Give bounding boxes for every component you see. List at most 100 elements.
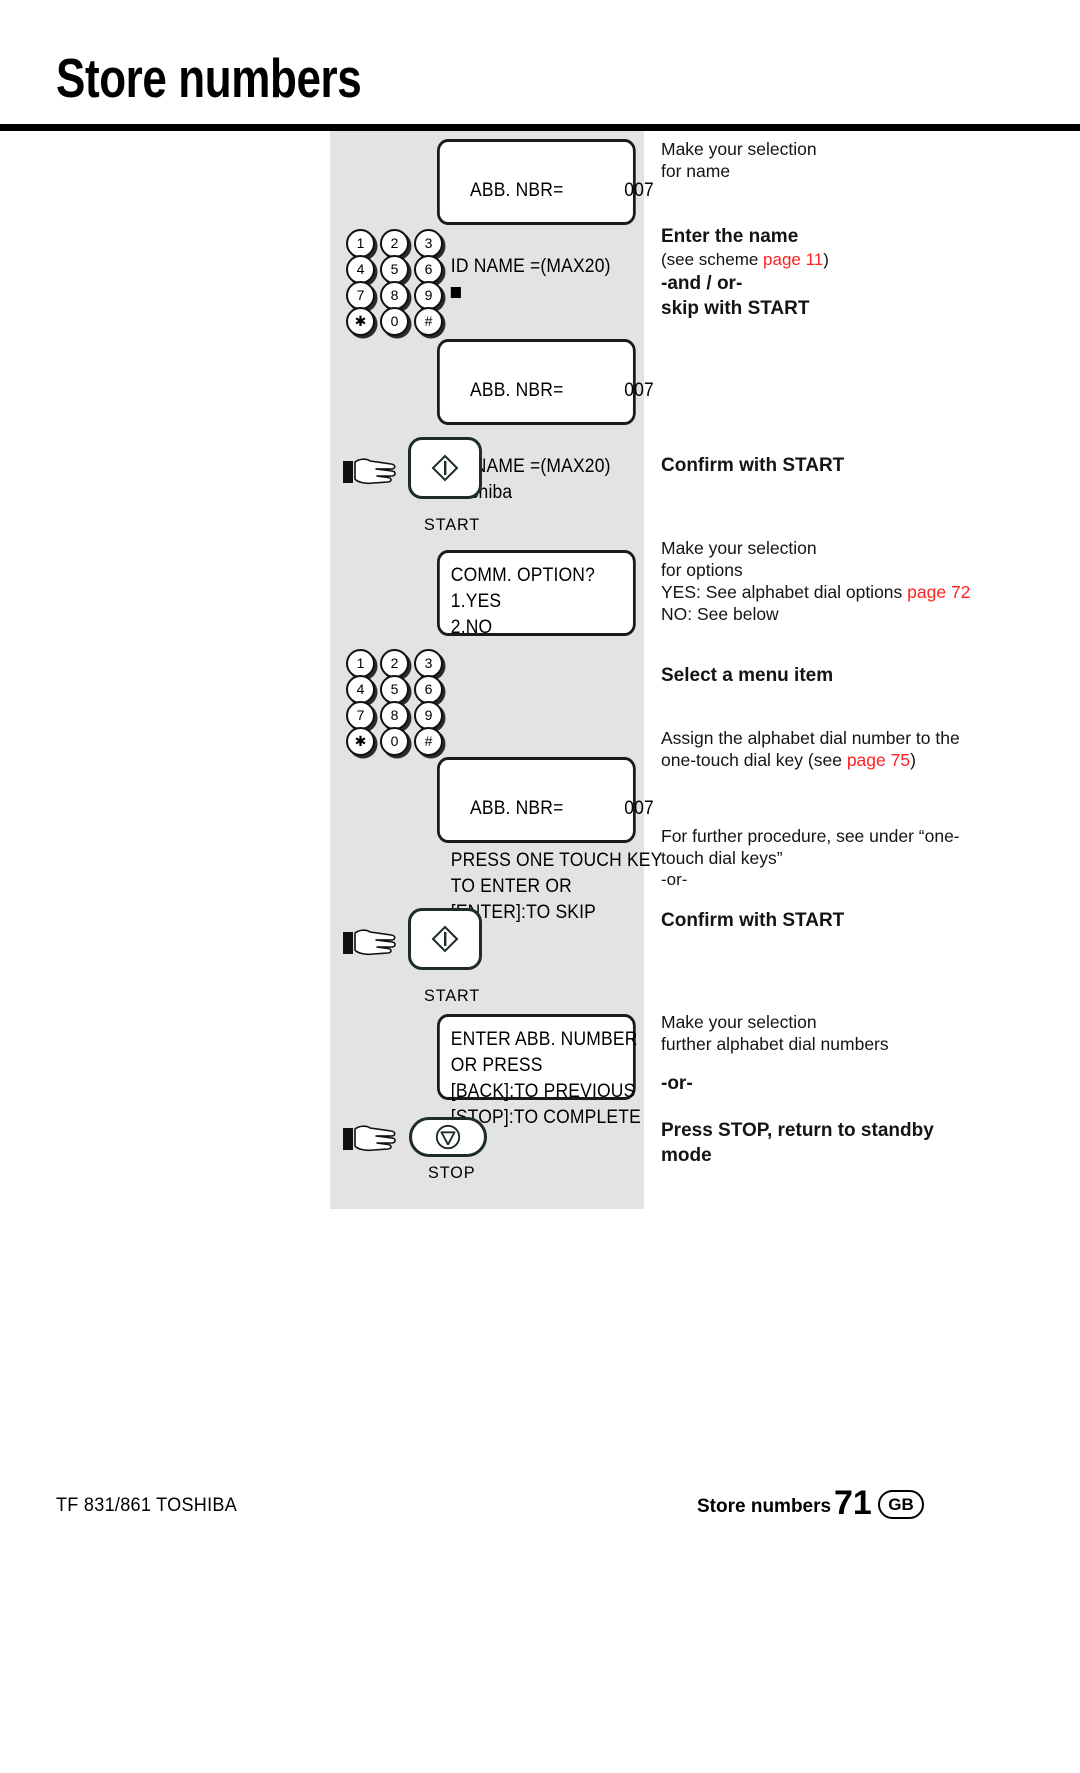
numeric-keypad-second[interactable]: 1 2 3 4 5 6 7 8 9 ✱ 0 #	[345, 648, 453, 756]
title-divider	[0, 124, 1080, 131]
stop-triangle-icon	[435, 1124, 461, 1150]
lcd-line: OR PRESS	[450, 1055, 543, 1076]
keypad-key-6[interactable]: 6	[413, 254, 444, 284]
keypad-key-4[interactable]: 4	[345, 674, 376, 704]
keypad-key-4[interactable]: 4	[345, 254, 376, 284]
keypad-key-8[interactable]: 8	[379, 280, 410, 310]
keypad-key-label: 7	[346, 280, 375, 310]
keypad-key-7[interactable]: 7	[345, 280, 376, 310]
instruction-confirm-start-1: Confirm with START	[661, 453, 991, 478]
lcd-line: PRESS ONE TOUCH KEY	[450, 850, 663, 871]
keypad-key-label: 0	[380, 306, 409, 336]
lcd-display-enter-abb-number: ENTER ABB. NUMBER OR PRESS [BACK]:TO PRE…	[437, 1014, 641, 1128]
keypad-key-1[interactable]: 1	[345, 648, 376, 678]
stop-button[interactable]	[409, 1117, 487, 1157]
instruction-make-selection-further: Make your selection further alphabet dia…	[661, 1011, 991, 1055]
keypad-key-hash[interactable]: #	[413, 726, 444, 756]
instruction-line: touch dial keys”	[661, 848, 783, 868]
keypad-key-7[interactable]: 7	[345, 700, 376, 730]
footer-model: TF 831/861 TOSHIBA	[56, 1495, 238, 1516]
keypad-key-label: #	[414, 306, 443, 336]
keypad-key-6[interactable]: 6	[413, 674, 444, 704]
lcd-label: ABB. NBR=	[470, 180, 564, 201]
instruction-line: For further procedure, see under “one-	[661, 826, 960, 846]
keypad-key-5[interactable]: 5	[379, 254, 410, 284]
keypad-key-1[interactable]: 1	[345, 228, 376, 258]
keypad-key-label: 3	[414, 228, 443, 258]
keypad-key-star[interactable]: ✱	[345, 306, 376, 336]
keypad-row: 7 8 9	[345, 280, 453, 310]
keypad-key-9[interactable]: 9	[413, 280, 444, 310]
start-button-caption: START	[424, 986, 481, 1005]
keypad-key-5[interactable]: 5	[379, 674, 410, 704]
lcd-line: 1.YES	[450, 591, 502, 612]
start-diamond-icon	[431, 454, 459, 482]
instruction-line: Assign the alphabet dial number to the	[661, 728, 960, 748]
instruction-assign-alphabet-dial: Assign the alphabet dial number to the o…	[661, 727, 991, 771]
numeric-keypad[interactable]: 1 2 3 4 5 6 7 8 9 ✱ 0 #	[345, 228, 453, 336]
keypad-row: ✱ 0 #	[345, 726, 453, 756]
lcd-value: 007	[624, 798, 654, 819]
keypad-row: 4 5 6	[345, 674, 453, 704]
footer-page-number: 71	[834, 1484, 872, 1522]
keypad-key-label: 7	[346, 700, 375, 730]
keypad-key-3[interactable]: 3	[413, 228, 444, 258]
instruction-see-scheme: (see scheme page 11)	[661, 249, 991, 271]
lcd-line: 2.NO	[450, 617, 493, 638]
page-reference-link[interactable]: page 75	[847, 750, 910, 770]
instruction-line: for name	[661, 161, 731, 181]
keypad-key-9[interactable]: 9	[413, 700, 444, 730]
page-reference-link[interactable]: page 72	[907, 582, 970, 602]
lcd-line: ID NAME =(MAX20)	[450, 256, 611, 277]
instruction-line-no: NO: See below	[661, 604, 779, 624]
keypad-key-label: 5	[380, 674, 409, 704]
keypad-key-label: 0	[380, 726, 409, 756]
start-diamond-icon	[431, 925, 459, 953]
see-suffix-text: )	[823, 250, 829, 269]
lcd-label: ABB. NBR=	[470, 380, 564, 401]
keypad-key-label: 9	[414, 700, 443, 730]
keypad-key-star[interactable]: ✱	[345, 726, 376, 756]
keypad-key-3[interactable]: 3	[413, 648, 444, 678]
footer-chapter: Store numbers	[697, 1496, 832, 1517]
instruction-or: -or-	[661, 1073, 693, 1094]
start-button-caption: START	[424, 515, 481, 534]
keypad-key-2[interactable]: 2	[379, 648, 410, 678]
lcd-line: TO ENTER OR	[450, 876, 572, 897]
keypad-key-label: ✱	[346, 306, 375, 336]
keypad-key-8[interactable]: 8	[379, 700, 410, 730]
instruction-heading: mode	[661, 1145, 712, 1166]
instruction-line: Make your selection	[661, 538, 817, 558]
page-title: Store numbers	[56, 47, 362, 109]
keypad-key-label: 6	[414, 254, 443, 284]
keypad-key-label: 1	[346, 228, 375, 258]
keypad-key-0[interactable]: 0	[379, 726, 410, 756]
lcd-value: 007	[624, 180, 654, 201]
one-touch-prefix-text: one-touch dial key (see	[661, 750, 847, 770]
keypad-key-label: 6	[414, 674, 443, 704]
lcd-label: ABB. NBR=	[470, 798, 564, 819]
keypad-row: 4 5 6	[345, 254, 453, 284]
start-button[interactable]	[408, 908, 482, 970]
instruction-make-selection-options: Make your selection for options YES: See…	[661, 537, 991, 625]
keypad-key-0[interactable]: 0	[379, 306, 410, 336]
lcd-display-comm-option: COMM. OPTION? 1.YES 2.NO	[437, 550, 636, 638]
keypad-key-2[interactable]: 2	[379, 228, 410, 258]
keypad-key-hash[interactable]: #	[413, 306, 444, 336]
instruction-press-stop-standby: Press STOP, return to standby mode	[661, 1118, 991, 1168]
keypad-key-label: 5	[380, 254, 409, 284]
instruction-line: further alphabet dial numbers	[661, 1034, 889, 1054]
instruction-line: for options	[661, 560, 743, 580]
start-button[interactable]	[408, 437, 482, 499]
keypad-key-label: 2	[380, 228, 409, 258]
lcd-display-abb-nbr-id-name: ABB. NBR= 007 ID NAME =(MAX20)	[437, 139, 654, 298]
instruction-heading: Select a menu item	[661, 665, 834, 686]
keypad-row: 1 2 3	[345, 228, 453, 258]
lcd-blank-line	[451, 230, 622, 254]
lcd-display-id-name-toshiba: ABB. NBR= 007 ID NAME =(MAX20) Toshiba	[437, 339, 654, 503]
instruction-select-menu-item: Select a menu item	[661, 663, 991, 688]
lcd-line: ABB. NBR= 007	[451, 152, 654, 230]
instruction-line: Make your selection	[661, 139, 817, 159]
instruction-heading: Press STOP, return to standby	[661, 1120, 934, 1141]
page-reference-link[interactable]: page 11	[763, 250, 823, 269]
